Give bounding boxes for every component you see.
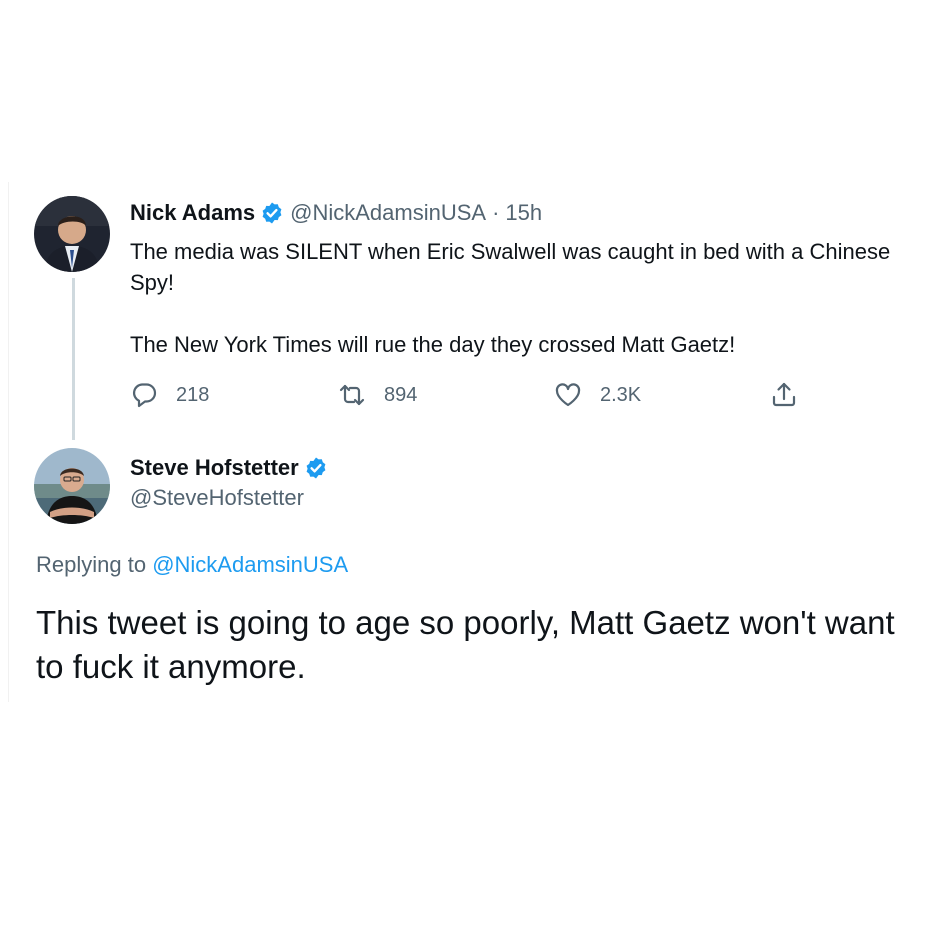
thread-line — [72, 278, 75, 440]
replying-to-mention[interactable]: @NickAdamsinUSA — [152, 552, 348, 577]
reply-bubble-icon — [130, 381, 158, 409]
like-count: 2.3K — [600, 383, 642, 406]
tweet-header: Nick Adams @NickAdamsinUSA · 15h — [130, 198, 542, 228]
verified-badge-icon — [304, 456, 328, 480]
author-name[interactable]: Nick Adams — [130, 200, 255, 226]
reply-header: Steve Hofstetter — [130, 453, 334, 483]
reply-text: This tweet is going to age so poorly, Ma… — [36, 604, 895, 685]
reply-author-avatar[interactable] — [34, 448, 110, 524]
avatar-photo-icon — [34, 448, 110, 524]
retweet-button[interactable]: 894 — [338, 378, 417, 412]
separator-dot: · — [492, 200, 500, 225]
reply-author-handle[interactable]: @SteveHofstetter — [130, 485, 304, 511]
share-button[interactable] — [770, 378, 798, 412]
tweet-timestamp[interactable]: 15h — [505, 200, 542, 226]
retweet-count: 894 — [384, 383, 418, 406]
replying-to-label: Replying to — [36, 552, 147, 577]
replying-to: Replying to @NickAdamsinUSA — [36, 552, 348, 578]
reply-button[interactable]: 218 — [130, 378, 209, 412]
reply-author-name[interactable]: Steve Hofstetter — [130, 455, 299, 481]
tweet-text-line: The media was SILENT when Eric Swalwell … — [130, 239, 891, 295]
like-button[interactable]: 2.3K — [554, 378, 641, 412]
tweet-text: The media was SILENT when Eric Swalwell … — [130, 236, 900, 360]
share-icon — [770, 381, 798, 409]
verified-badge-icon — [260, 201, 284, 225]
author-avatar[interactable] — [34, 196, 110, 272]
heart-icon — [554, 381, 582, 409]
avatar-photo-icon — [34, 196, 110, 272]
tweet-text-line: The New York Times will rue the day they… — [130, 332, 736, 357]
reply-count: 218 — [176, 383, 210, 406]
retweet-icon — [338, 381, 366, 409]
tweet-actions: 218 894 2.3K — [130, 378, 810, 412]
author-handle[interactable]: @NickAdamsinUSA — [290, 200, 486, 226]
